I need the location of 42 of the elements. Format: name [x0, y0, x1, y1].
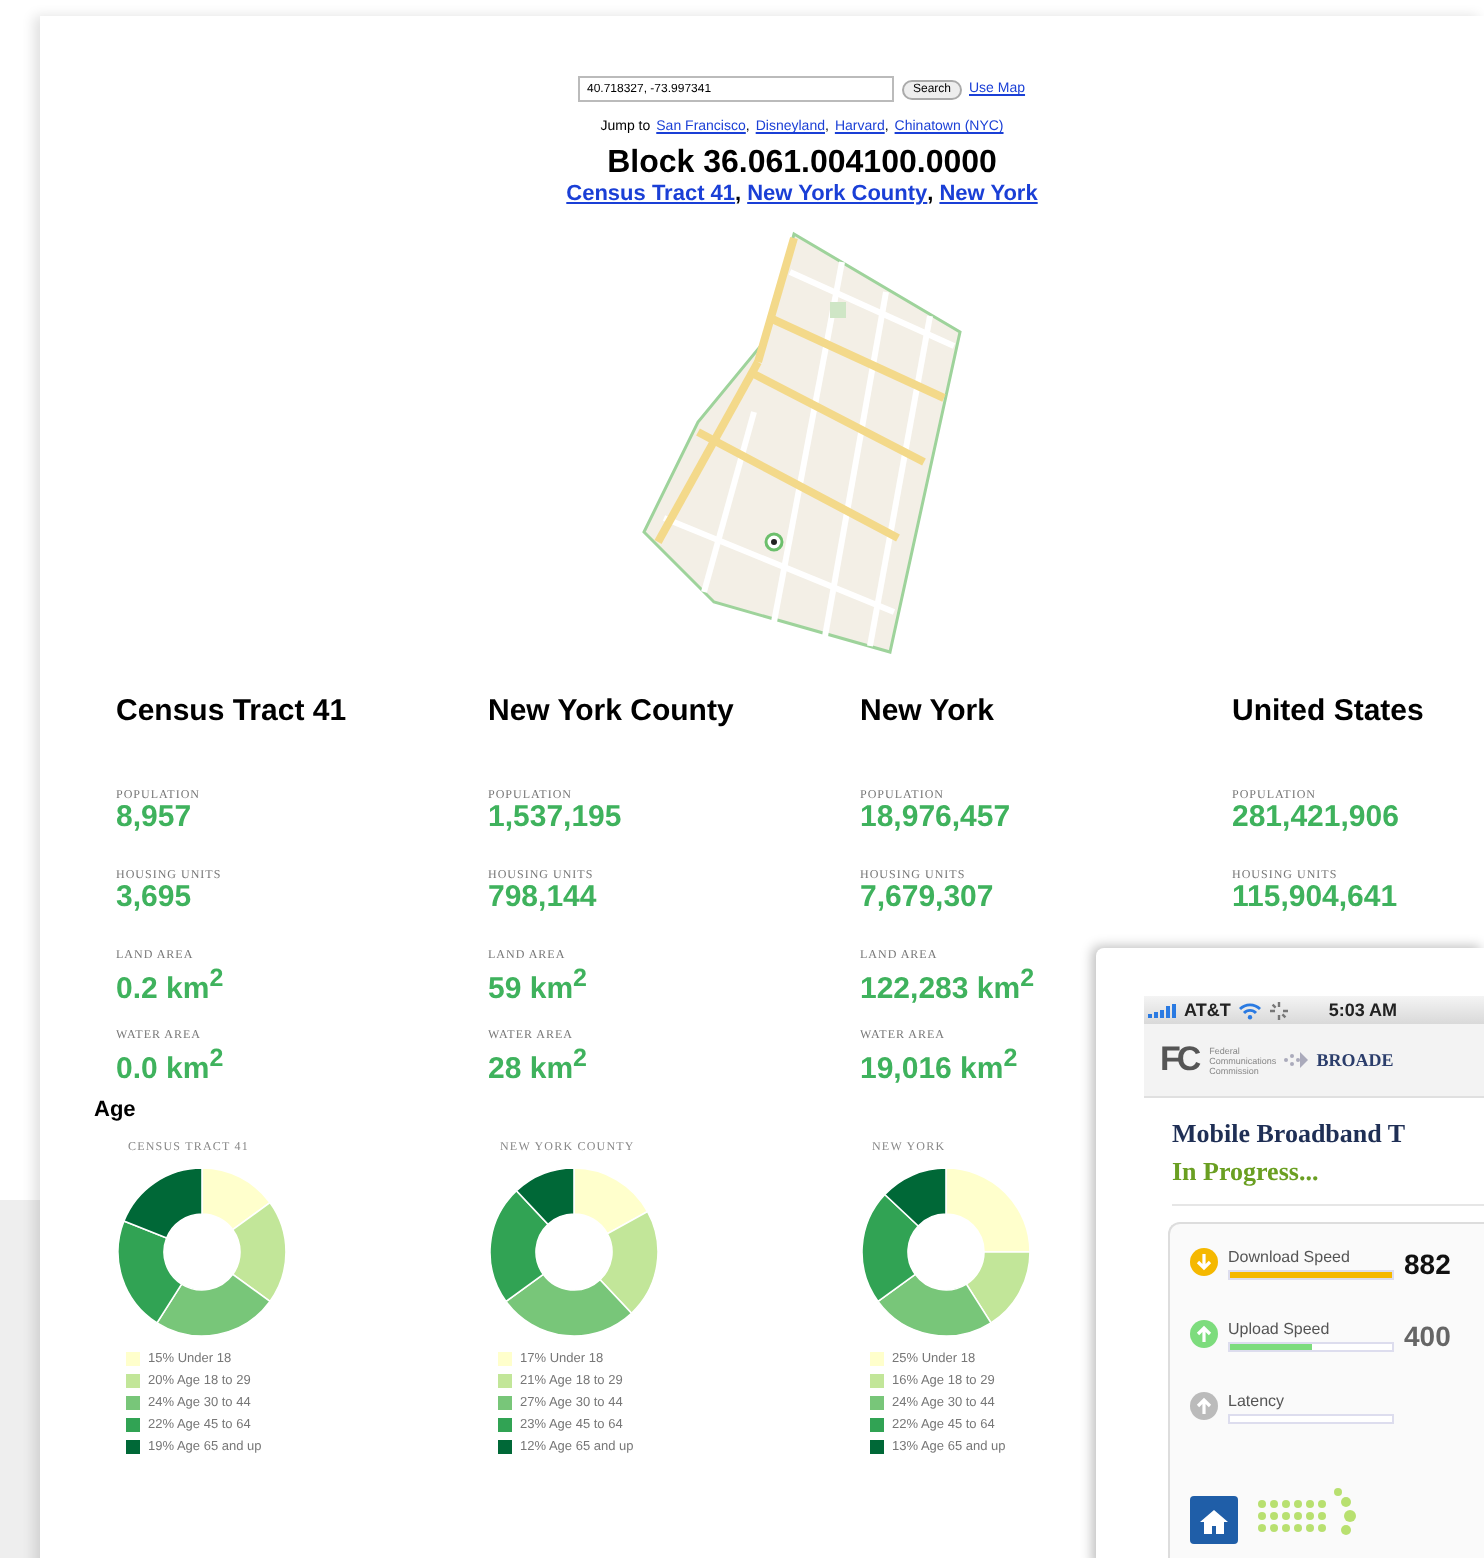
region-link[interactable]: New York: [939, 182, 1038, 206]
status-time: 5:03 AM: [1328, 1000, 1398, 1020]
region-heading: United States: [1232, 694, 1426, 732]
stat-value: 18,976,457: [860, 802, 1011, 834]
agency-logo: FC: [1160, 1040, 1198, 1080]
stat-value: 3,695: [116, 882, 192, 914]
region-heading: Census Tract 41: [116, 694, 349, 732]
stat-value: 798,144: [488, 882, 597, 914]
stat-value: 19,016 km$^{2}$: [860, 1042, 1018, 1086]
stat-value: 1,537,195: [488, 802, 622, 834]
stat-value: 59 km$^{2}$: [488, 962, 587, 1006]
stat-value: 8,957: [116, 802, 192, 834]
app-title: Mobile Broadband T: [1172, 1118, 1408, 1150]
stat-value: 28 km$^{2}$: [488, 1042, 587, 1086]
test-status: In Progress...: [1172, 1156, 1484, 1206]
stat-value: 0.0 km$^{2}$: [116, 1042, 224, 1086]
wifi-icon: [1238, 1001, 1263, 1019]
metric-label: Upload Speed: [1228, 1320, 1332, 1338]
separator: ,: [927, 182, 934, 206]
home-icon[interactable]: [1190, 1496, 1238, 1544]
location-pin-icon: [764, 532, 784, 552]
metric-value: 400: [1404, 1320, 1451, 1352]
metric-label: Download Speed: [1228, 1248, 1352, 1266]
stat-value: 7,679,307: [860, 882, 994, 914]
region-heading: New York: [860, 694, 996, 732]
separator: ,: [735, 182, 742, 206]
stat-value: 0.2 km$^{2}$: [116, 962, 224, 1006]
region-link[interactable]: New York County: [747, 182, 928, 206]
block-title: Block 36.061.004100.0000: [605, 146, 999, 182]
stat-value: 281,421,906: [1232, 802, 1399, 834]
region-link[interactable]: Census Tract 41: [566, 182, 736, 206]
signal-icon: [1148, 1003, 1176, 1017]
metric-value: 882: [1404, 1248, 1451, 1280]
arrow-icon: [1282, 1048, 1311, 1072]
metric-label: Latency: [1228, 1392, 1287, 1410]
region-heading: New York County: [488, 694, 736, 732]
carrier-name: AT&T: [1184, 1000, 1231, 1020]
section-heading: Age: [94, 1098, 138, 1122]
brand-name: BROADE: [1316, 1050, 1394, 1070]
stat-value: 122,283 km$^{2}$: [860, 962, 1035, 1006]
spinner-icon: [1270, 1001, 1289, 1019]
stat-value: 115,904,641: [1232, 882, 1398, 914]
